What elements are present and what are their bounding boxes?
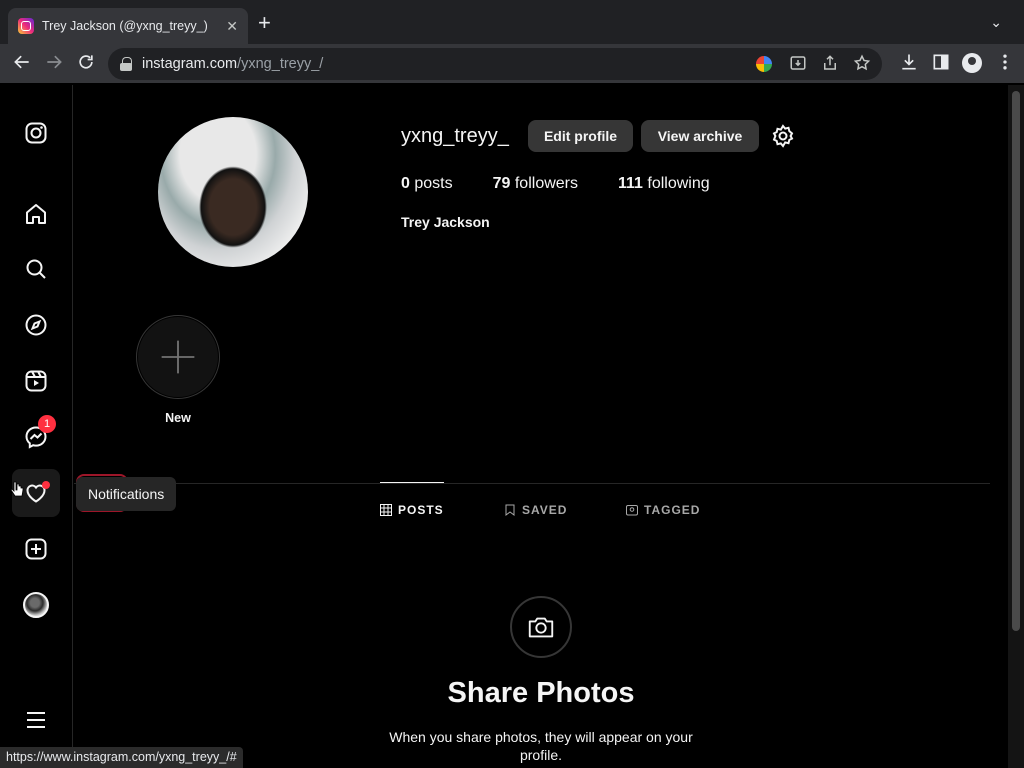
lock-icon xyxy=(120,57,132,71)
downloads-icon[interactable] xyxy=(898,52,920,74)
followers-stat[interactable]: 79 followers xyxy=(493,175,578,193)
forward-button[interactable] xyxy=(42,52,66,76)
bookmark-star-icon[interactable] xyxy=(852,54,872,74)
profile-picture[interactable] xyxy=(158,117,308,267)
instagram-logo-icon[interactable] xyxy=(12,109,60,157)
close-tab-icon[interactable]: ✕ xyxy=(226,18,238,35)
following-stat[interactable]: 111 following xyxy=(618,175,710,193)
instagram-favicon-icon xyxy=(18,18,34,34)
explore-icon[interactable] xyxy=(12,301,60,349)
tab-search-icon[interactable]: ⌄ xyxy=(990,14,1002,31)
profile-full-name: Trey Jackson xyxy=(401,214,490,230)
new-highlight-label: New xyxy=(165,411,191,425)
back-arrow-icon xyxy=(14,55,29,69)
new-tab-button[interactable]: + xyxy=(258,12,271,34)
tab-saved[interactable]: SAVED xyxy=(504,503,567,517)
page-scrollbar[interactable] xyxy=(1008,85,1024,768)
hand-cursor-icon xyxy=(10,481,24,497)
empty-state-description: When you share photos, they will appear … xyxy=(389,729,693,763)
unread-badge: 1 xyxy=(38,415,56,433)
tab-posts[interactable]: POSTS xyxy=(380,503,444,517)
camera-circle[interactable] xyxy=(510,596,572,658)
posts-stat: 0 posts xyxy=(401,175,453,192)
scrollbar-thumb[interactable] xyxy=(1012,91,1020,631)
instagram-sidebar: 1 xyxy=(0,85,73,768)
tag-icon xyxy=(626,505,638,516)
google-lens-icon[interactable] xyxy=(756,54,776,74)
share-icon[interactable] xyxy=(820,54,840,74)
create-icon[interactable] xyxy=(12,525,60,573)
home-icon[interactable] xyxy=(12,190,60,238)
browser-menu-icon[interactable] xyxy=(994,52,1016,74)
forward-arrow-icon xyxy=(47,55,62,69)
grid-icon xyxy=(380,504,392,516)
messenger-icon[interactable]: 1 xyxy=(12,413,60,461)
notification-dot xyxy=(42,481,50,489)
bookmark-icon xyxy=(505,504,515,516)
install-app-icon[interactable] xyxy=(788,54,808,74)
search-icon[interactable] xyxy=(12,245,60,293)
url-host: instagram.com xyxy=(142,56,238,72)
new-highlight-button[interactable] xyxy=(136,315,220,399)
tab-title: Trey Jackson (@yxng_treyy_) xyxy=(42,19,208,33)
empty-state-title: Share Photos xyxy=(447,677,635,709)
browser-toolbar: instagram.com/yxng_treyy_/ xyxy=(0,44,1024,84)
reload-icon xyxy=(79,55,93,69)
tab-tagged[interactable]: TAGGED xyxy=(626,503,700,517)
camera-icon xyxy=(528,617,554,638)
url-path: /yxng_treyy_/ xyxy=(237,56,324,72)
browser-tab[interactable]: Trey Jackson (@yxng_treyy_) ✕ xyxy=(8,8,248,44)
browser-profile-icon[interactable] xyxy=(962,52,984,74)
reload-button[interactable] xyxy=(74,52,98,76)
settings-gear-icon[interactable] xyxy=(771,124,795,148)
avatar xyxy=(23,592,49,618)
tabs-divider xyxy=(74,483,990,484)
profile-username: yxng_treyy_ xyxy=(401,125,509,147)
reels-icon[interactable] xyxy=(12,357,60,405)
view-archive-button[interactable]: View archive xyxy=(641,120,759,152)
menu-icon[interactable] xyxy=(12,696,60,744)
active-tab-indicator xyxy=(380,482,444,483)
back-button[interactable] xyxy=(10,52,34,76)
plus-icon xyxy=(161,340,195,374)
address-bar[interactable]: instagram.com/yxng_treyy_/ xyxy=(108,48,882,80)
side-panel-icon[interactable] xyxy=(930,52,952,74)
browser-tab-bar: Trey Jackson (@yxng_treyy_) ✕ + ⌄ xyxy=(0,0,1024,44)
profile-stats: 0 posts 79 followers 111 following xyxy=(401,175,710,193)
profile-main: yxng_treyy_ Edit profile View archive 0 … xyxy=(74,85,1008,768)
edit-profile-button[interactable]: Edit profile xyxy=(528,120,633,152)
profile-nav-avatar[interactable] xyxy=(12,581,60,629)
status-bar-url: https://www.instagram.com/yxng_treyy_/# xyxy=(0,747,243,768)
